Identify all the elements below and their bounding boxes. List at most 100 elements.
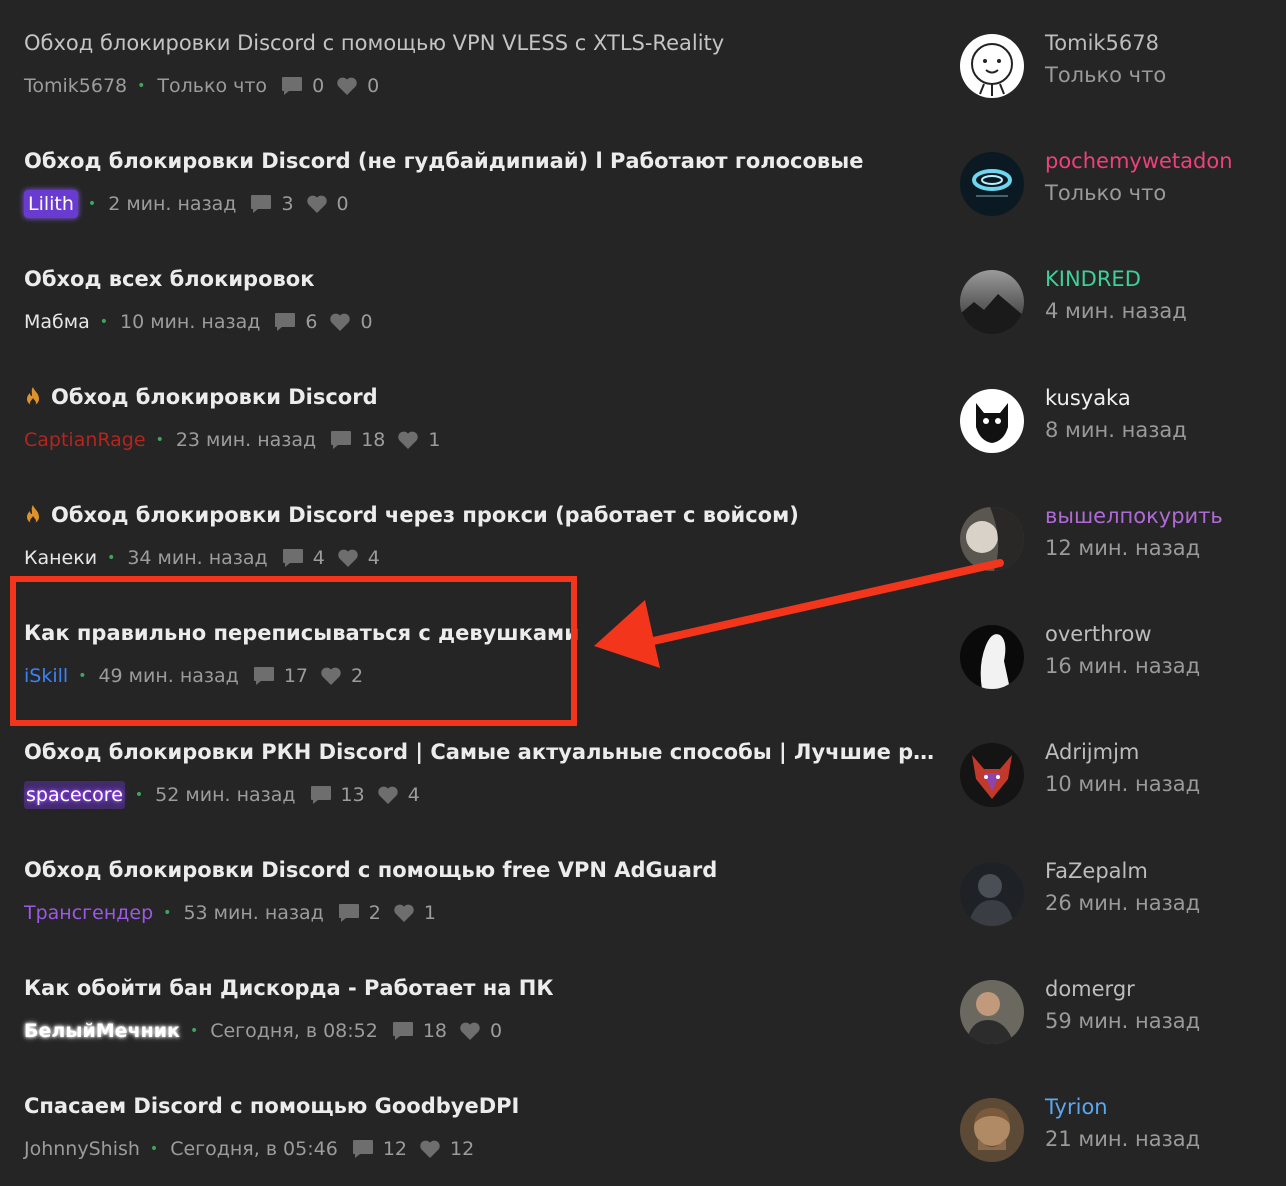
thread-author[interactable]: БелыйМечник [24, 1017, 180, 1045]
thread-item[interactable]: Обход блокировки Discord CaptianRage • 2… [24, 382, 944, 454]
thread-time[interactable]: Сегодня, в 05:46 [170, 1135, 338, 1163]
thread-author[interactable]: CaptianRage [24, 426, 146, 454]
user-last-seen: 16 мин. назад [1045, 654, 1201, 678]
thread-author[interactable]: Tomik5678 [24, 72, 127, 100]
heart-icon [336, 76, 358, 96]
thread-title[interactable]: Как обойти бан Дискорда - Работает на ПК [24, 973, 936, 1003]
thread-title-text[interactable]: Обход блокировки Discord с помощью free … [24, 855, 717, 885]
thread-title[interactable]: Спасаем Discord с помощью GoodbyeDPI [24, 1091, 936, 1121]
thread-time[interactable]: Только что [157, 72, 267, 100]
user-last-seen: 59 мин. назад [1045, 1009, 1201, 1033]
avatar[interactable] [960, 980, 1024, 1044]
reply-count: 18 [422, 1020, 448, 1042]
avatar[interactable] [960, 625, 1024, 689]
thread-title-text[interactable]: Обход блокировки Discord через прокси (р… [51, 500, 799, 530]
heart-icon [459, 1021, 481, 1041]
thread-item[interactable]: Обход блокировки Discord с помощью free … [24, 855, 944, 927]
thread-item[interactable]: Обход блокировки Discord с помощью VPN V… [24, 28, 944, 100]
thread-title[interactable]: Обход блокировки Discord с помощью VPN V… [24, 28, 936, 58]
user-name[interactable]: domergr [1045, 974, 1135, 1004]
thread-author[interactable]: JohnnyShish [24, 1135, 140, 1163]
thread-title[interactable]: Обход блокировки Discord через прокси (р… [24, 500, 936, 530]
user-last-seen: Только что [1045, 181, 1167, 205]
recent-user[interactable]: domergr 59 мин. назад [960, 977, 1286, 1044]
thread-time[interactable]: 2 мин. назад [108, 190, 236, 218]
thread-title[interactable]: Обход блокировки Discord с помощью free … [24, 855, 936, 885]
like-count: 4 [367, 547, 380, 569]
separator-dot: • [99, 314, 108, 330]
thread-title-text[interactable]: Обход блокировки Discord [51, 382, 378, 412]
heart-icon [306, 194, 328, 214]
thread-title-text[interactable]: Обход блокировки Discord (не гудбайдипиа… [24, 146, 863, 176]
thread-time[interactable]: 52 мин. назад [155, 781, 295, 809]
user-name[interactable]: KINDRED [1045, 264, 1141, 294]
recent-user[interactable]: Tyrion 21 мин. назад [960, 1095, 1286, 1162]
thread-title[interactable]: Обход блокировки Discord [24, 382, 936, 412]
reply-count: 4 [312, 547, 325, 569]
thread-title-text[interactable]: Спасаем Discord с помощью GoodbyeDPI [24, 1091, 519, 1121]
thread-time[interactable]: 10 мин. назад [120, 308, 260, 336]
avatar[interactable] [960, 507, 1024, 571]
user-name[interactable]: Tyrion [1045, 1092, 1108, 1122]
thread-title-text[interactable]: Обход блокировки РКН Discord | Самые акт… [24, 737, 936, 767]
avatar[interactable] [960, 34, 1024, 98]
user-name[interactable]: Adrijmjm [1045, 737, 1139, 767]
thread-time[interactable]: Сегодня, в 08:52 [210, 1017, 378, 1045]
recent-user[interactable]: kusyaka 8 мин. назад [960, 386, 1286, 453]
thread-item[interactable]: Спасаем Discord с помощью GoodbyeDPI Joh… [24, 1091, 944, 1163]
comment-icon [330, 430, 352, 450]
thread-author[interactable]: Мабма [24, 308, 90, 336]
comment-icon [282, 548, 304, 568]
recent-user[interactable]: pochemywetadon Только что [960, 149, 1286, 216]
recent-user[interactable]: Tomik5678 Только что [960, 31, 1286, 98]
user-name[interactable]: kusyaka [1045, 383, 1131, 413]
recent-user[interactable]: KINDRED 4 мин. назад [960, 267, 1286, 334]
reply-count: 13 [340, 784, 365, 806]
separator-dot: • [137, 78, 146, 94]
recent-user[interactable]: Adrijmjm 10 мин. назад [960, 740, 1286, 807]
thread-meta: Tomik5678 • Только что 0 0 [24, 72, 944, 100]
avatar[interactable] [960, 743, 1024, 807]
reply-count: 6 [305, 311, 318, 333]
user-name[interactable]: Tomik5678 [1045, 28, 1159, 58]
reply-count: 2 [368, 902, 381, 924]
user-name[interactable]: pochemywetadon [1045, 146, 1233, 176]
user-name[interactable]: FaZepalm [1045, 856, 1148, 886]
thread-author[interactable]: spacecore [24, 781, 125, 809]
thread-author[interactable]: Трансгендер [24, 899, 153, 927]
like-count: 0 [367, 75, 380, 97]
thread-time[interactable]: 53 мин. назад [183, 899, 323, 927]
avatar[interactable] [960, 389, 1024, 453]
thread-item[interactable]: Обход блокировки РКН Discord | Самые акт… [24, 737, 944, 809]
like-count: 0 [336, 193, 349, 215]
thread-item[interactable]: Обход блокировки Discord (не гудбайдипиа… [24, 146, 944, 218]
avatar[interactable] [960, 152, 1024, 216]
user-name[interactable]: вышелпокурить [1045, 501, 1223, 531]
recent-user[interactable]: вышелпокурить 12 мин. назад [960, 504, 1286, 571]
avatar[interactable] [960, 1098, 1024, 1162]
thread-author[interactable]: Канеки [24, 544, 97, 572]
user-last-seen: 12 мин. назад [1045, 536, 1201, 560]
avatar[interactable] [960, 270, 1024, 334]
thread-title[interactable]: Обход всех блокировок [24, 264, 936, 294]
thread-title-text[interactable]: Обход всех блокировок [24, 264, 314, 294]
user-last-seen: 8 мин. назад [1045, 418, 1187, 442]
separator-dot: • [87, 196, 97, 212]
thread-title-text[interactable]: Обход блокировки Discord с помощью VPN V… [24, 28, 724, 58]
thread-time[interactable]: 34 мин. назад [127, 544, 267, 572]
thread-time[interactable]: 23 мин. назад [176, 426, 316, 454]
thread-item[interactable]: Как обойти бан Дискорда - Работает на ПК… [24, 973, 944, 1045]
recent-user[interactable]: FaZepalm 26 мин. назад [960, 859, 1286, 926]
thread-item[interactable]: Обход всех блокировок Мабма • 10 мин. на… [24, 264, 944, 336]
thread-title[interactable]: Обход блокировки РКН Discord | Самые акт… [24, 737, 936, 767]
user-last-seen: 26 мин. назад [1045, 891, 1201, 915]
like-count: 1 [423, 902, 436, 924]
thread-title-text[interactable]: Как обойти бан Дискорда - Работает на ПК [24, 973, 553, 1003]
thread-author[interactable]: Lilith [24, 190, 78, 218]
user-name[interactable]: overthrow [1045, 619, 1152, 649]
thread-item[interactable]: Обход блокировки Discord через прокси (р… [24, 500, 944, 572]
avatar[interactable] [960, 862, 1024, 926]
recent-user[interactable]: overthrow 16 мин. назад [960, 622, 1286, 689]
like-count: 0 [490, 1020, 503, 1042]
thread-title[interactable]: Обход блокировки Discord (не гудбайдипиа… [24, 146, 936, 176]
